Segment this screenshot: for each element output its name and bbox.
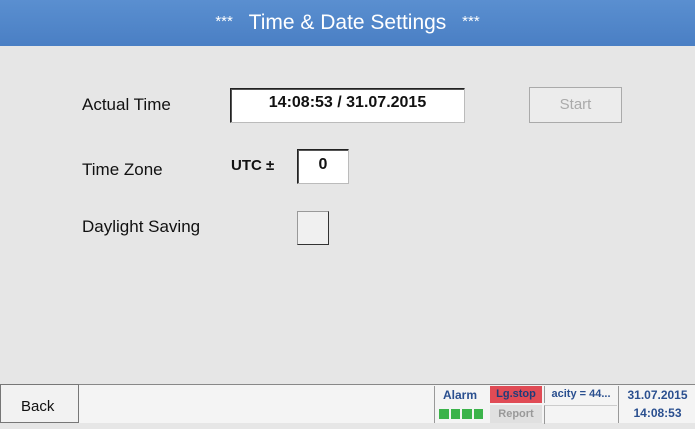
actual-time-label: Actual Time [82,95,171,114]
start-button[interactable]: Start [529,87,622,123]
alarm-status-bars [439,409,483,419]
alarm-bar [450,409,460,419]
alarm-bar [439,409,449,419]
logger-stop-button[interactable]: Lg.stop [490,386,542,403]
capacity-status: acity = 44... [544,386,617,403]
time-zone-label: Time Zone [82,160,163,179]
time-zone-field[interactable]: 0 [297,149,349,184]
status-date: 31.07.2015 [627,388,688,402]
report-button[interactable]: Report [490,405,542,423]
title-stars-right: *** [462,13,480,30]
alarm-indicator[interactable]: Alarm [434,386,489,423]
page-title: Time & Date Settings [248,11,447,34]
actual-time-field[interactable]: 14:08:53 / 31.07.2015 [230,88,465,123]
title-bar: *** Time & Date Settings *** [0,0,695,46]
alarm-bar [473,409,483,419]
status-clock: 31.07.2015 14:08:53 [618,386,695,423]
utc-label: UTC ± [231,157,275,174]
back-button[interactable]: Back [0,384,79,423]
alarm-label: Alarm [443,388,478,402]
status-time: 14:08:53 [633,406,682,420]
daylight-saving-label: Daylight Saving [82,217,201,236]
daylight-saving-checkbox[interactable] [297,211,329,245]
alarm-bar [462,409,472,419]
status-cell [544,405,617,424]
title-stars-left: *** [215,13,233,30]
